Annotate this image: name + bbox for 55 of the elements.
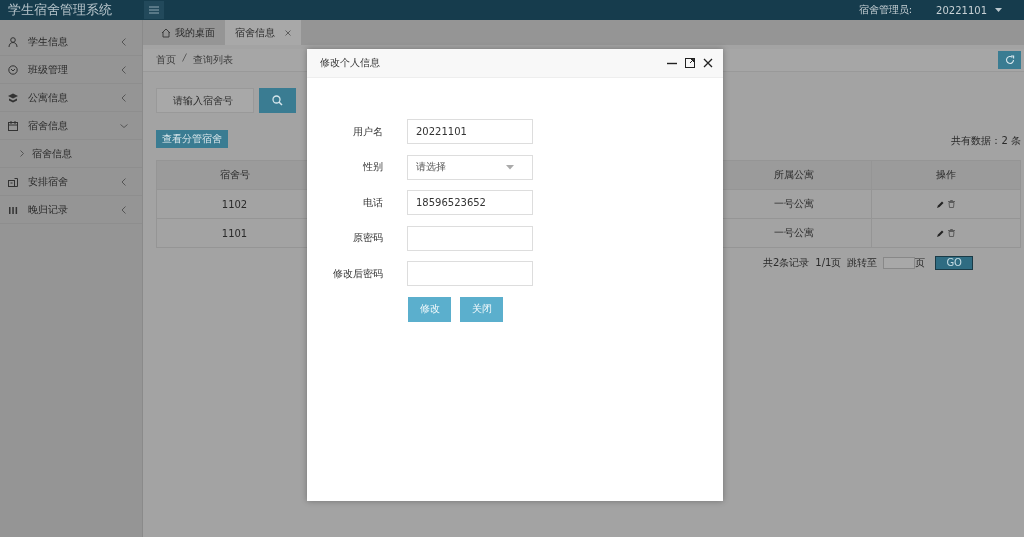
calendar-icon	[8, 120, 18, 131]
field-label: 原密码	[352, 231, 383, 245]
slash-icon	[182, 53, 187, 62]
caret-icon	[506, 164, 514, 170]
dialog-title: 修改个人信息	[320, 56, 380, 70]
field-label: 用户名	[352, 124, 383, 139]
sidebar-item[interactable]: 班级管理	[0, 56, 142, 84]
sidebar-item[interactable]: 安排宿舍	[0, 168, 142, 196]
page-input[interactable]	[883, 257, 916, 269]
trash-icon[interactable]	[948, 199, 955, 208]
person-icon	[8, 36, 18, 47]
field-label: 修改后密码	[332, 266, 383, 281]
building-icon	[8, 176, 18, 187]
trash-icon[interactable]	[948, 228, 955, 237]
caret-icon	[995, 8, 1002, 12]
record-count: 共2条记录	[762, 256, 810, 270]
bars-icon	[8, 204, 18, 215]
view-assigned-button[interactable]: 查看分管宿舍	[156, 130, 228, 148]
sidebar-item[interactable]: 晚归记录	[0, 196, 142, 224]
input-field[interactable]: 18596523652	[407, 190, 533, 215]
page-unit: 页	[915, 256, 926, 270]
password-field[interactable]	[407, 261, 533, 286]
jump-label: 跳转至	[847, 256, 878, 270]
sidebar-item[interactable]: 学生信息	[0, 28, 142, 56]
search-icon	[272, 95, 283, 106]
admin-label: 宿舍管理员:	[858, 3, 913, 17]
sidebar-subitem[interactable]: 宿舍信息	[0, 140, 142, 168]
tab[interactable]: 我的桌面	[151, 20, 225, 45]
edit-icon[interactable]	[937, 200, 944, 208]
admin-menu[interactable]: 20221101	[936, 4, 987, 16]
page-count: 1/1页	[815, 256, 842, 270]
search-field[interactable]: 请输入宿舍号	[156, 88, 254, 113]
refresh-button[interactable]	[998, 51, 1021, 69]
stack-icon	[8, 92, 18, 103]
refresh-icon	[1004, 55, 1015, 65]
sidebar-item[interactable]: 公寓信息	[0, 84, 142, 112]
tab[interactable]: 宿舍信息	[225, 20, 301, 45]
input-field[interactable]: 20221101	[407, 119, 533, 144]
close-icon[interactable]	[703, 58, 713, 68]
breadcrumb-link[interactable]: 首页	[156, 53, 176, 67]
column-header: 操作	[871, 160, 1021, 190]
password-field[interactable]	[407, 225, 533, 251]
select-field[interactable]: 请选择	[407, 154, 533, 180]
edit-icon[interactable]	[937, 229, 944, 237]
total-count: 共有数据：2 条	[951, 134, 1021, 148]
app-title: 学生宿舍管理系统	[8, 1, 113, 19]
search-button[interactable]	[259, 88, 296, 113]
maximize-icon[interactable]	[685, 58, 695, 68]
menu-icon[interactable]	[144, 1, 164, 19]
chevron-right-icon	[20, 150, 24, 157]
go-button[interactable]: GO	[935, 256, 973, 270]
field-label: 电话	[362, 195, 383, 210]
breadcrumb-link[interactable]: 查询列表	[193, 53, 233, 67]
field-label: 性别	[362, 160, 383, 174]
sidebar-item[interactable]: 宿舍信息	[0, 112, 142, 140]
